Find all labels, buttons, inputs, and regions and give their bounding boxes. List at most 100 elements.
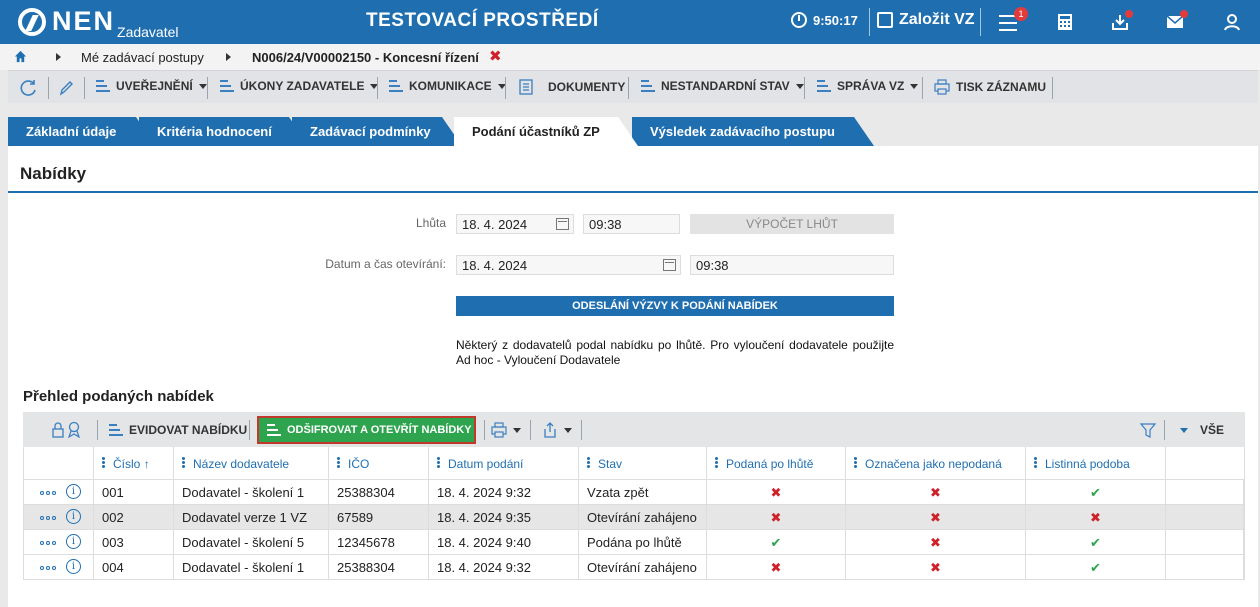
nen-logo[interactable]: NEN Zadavatel [18,6,179,40]
column-menu-icon[interactable] [715,457,718,469]
column-header-paper-form[interactable]: Listinná podoba [1026,447,1166,480]
column-menu-icon[interactable] [337,457,340,469]
cell-nazev: Dodavatel verze 1 VZ [174,505,329,530]
column-header-late-submitted[interactable]: Podaná po lhůtě [707,447,846,480]
column-menu-icon[interactable] [1034,457,1037,469]
row-actions-cell: i [24,530,94,555]
breadcrumb-my-procedures[interactable]: Mé zadávací postupy [81,50,204,65]
row-actions-cell: i [24,480,94,505]
deadline-time-field[interactable]: 09:38 [583,214,680,234]
menu-communication[interactable]: KOMUNIKACE [389,79,506,93]
export-menu[interactable] [542,422,572,438]
column-header-status[interactable]: Stav [579,447,707,480]
cell-cislo: 003 [94,530,174,555]
deadline-date-field[interactable]: 18. 4. 2024 [456,214,574,234]
cell-po_lhute: ✖ [707,480,846,505]
menu-documents[interactable]: DOKUMENTY [518,79,625,95]
menu-nonstandard-state-label: NESTANDARDNÍ STAV [661,79,790,93]
info-icon[interactable]: i [66,509,81,524]
column-menu-icon[interactable] [854,457,857,469]
user-icon[interactable] [1222,12,1242,32]
column-header-supplier-name[interactable]: Název dodavatele [174,447,329,480]
info-icon[interactable]: i [66,559,81,574]
home-icon[interactable] [14,50,27,63]
info-icon[interactable]: i [66,534,81,549]
tab-basic-info[interactable]: Základní údaje [8,117,156,146]
table-row[interactable]: i 004 Dodavatel - školení 1 25388304 18. 4. … [24,555,1244,580]
table-row[interactable]: i 002 Dodavatel verze 1 VZ 67589 18. 4. 2024… [24,505,1244,530]
menu-publication[interactable]: UVEŘEJNĚNÍ [96,79,207,93]
list-icon [817,80,831,92]
document-icon [519,79,533,95]
cell-po_lhute: ✖ [707,555,846,580]
list-icon [220,80,234,92]
column-header-submission-date[interactable]: Datum podání [429,447,579,480]
award-icon[interactable] [66,421,82,438]
divider [484,420,485,440]
menu-documents-label: DOKUMENTY [548,80,626,94]
table-row[interactable]: i 003 Dodavatel - školení 5 12345678 18. 4. … [24,530,1244,555]
menu-vz-management[interactable]: SPRÁVA VZ [817,79,919,93]
info-icon[interactable]: i [66,484,81,499]
column-menu-icon[interactable] [587,457,590,469]
decrypt-open-offers-button[interactable]: ODŠIFROVAT A OTEVŘÍT NABÍDKY [257,416,476,444]
column-header-number[interactable]: Číslo ↑ [94,447,174,480]
menu-nonstandard-state[interactable]: NESTANDARDNÍ STAV [641,79,804,93]
filter-icon[interactable] [1140,422,1156,438]
more-options-icon[interactable] [40,566,56,570]
refresh-icon[interactable] [20,79,38,97]
more-options-icon[interactable] [40,491,56,495]
column-menu-icon[interactable] [182,457,185,469]
cell-datum: 18. 4. 2024 9:32 [429,555,579,580]
column-menu-icon[interactable] [437,457,440,469]
print-grid-menu[interactable] [491,422,521,438]
divider [505,77,506,99]
menu-contracting-acts[interactable]: ÚKONY ZADAVATELE [220,79,379,93]
opening-date-field[interactable]: 18. 4. 2024 [456,255,681,275]
opening-time-field[interactable]: 09:38 [690,255,894,275]
deadline-label: Lhůta [415,216,446,230]
cell-listinna: ✔ [1026,530,1166,555]
cross-icon: ✖ [770,560,782,575]
calendar-icon[interactable] [556,218,569,230]
pencil-icon[interactable] [58,79,74,97]
divider [922,77,923,99]
cell-datum: 18. 4. 2024 9:40 [429,530,579,555]
column-menu-icon[interactable] [102,457,105,469]
close-icon[interactable]: ✖ [489,47,502,65]
main-toolbar: UVEŘEJNĚNÍ ÚKONY ZADAVATELE KOMUNIKACE D… [8,70,1258,103]
divider [1164,420,1165,440]
divider [530,420,531,440]
create-vz-button[interactable]: Založit VZ [877,11,975,29]
column-header-ico[interactable]: IČO [329,447,429,480]
tab-procedure-result[interactable]: Výsledek zadávacího postupu [632,117,874,146]
calendar-icon[interactable] [663,259,676,271]
filter-all-dropdown[interactable]: VŠE [1180,423,1224,437]
calculate-deadlines-button[interactable]: VÝPOČET LHŮT [690,214,894,234]
breadcrumb-arrow-icon [56,53,61,61]
table-row[interactable]: i 001 Dodavatel - školení 1 25388304 18. 4. … [24,480,1244,505]
cell-nepodana: ✖ [846,530,1026,555]
divider [48,77,49,99]
more-options-icon[interactable] [40,541,56,545]
menu-vz-management-label: SPRÁVA VZ [837,79,905,93]
send-invitation-button[interactable]: ODESLÁNÍ VÝZVY K PODÁNÍ NABÍDEK [456,296,894,316]
divider [804,77,805,99]
more-options-icon[interactable] [40,516,56,520]
column-header-marked-not-submitted[interactable]: Označena jako nepodaná [846,447,1026,480]
logo-subtitle: Zadavatel [117,24,179,40]
print-record-button[interactable]: TISK ZÁZNAMU [934,79,1046,95]
tab-participant-submissions[interactable]: Podání účastníků ZP [454,117,638,146]
clock-icon [791,12,807,28]
calculator-icon[interactable] [1055,12,1075,32]
register-offer-button[interactable]: EVIDOVAT NABÍDKU [109,423,247,437]
lock-icon[interactable] [50,422,66,438]
tab-tender-conditions[interactable]: Zadávací podmínky [292,117,462,146]
printer-icon [934,79,950,95]
menu-communication-label: KOMUNIKACE [409,79,492,93]
empty-cell [1166,505,1244,530]
cell-listinna: ✔ [1026,555,1166,580]
tab-evaluation-criteria[interactable]: Kritéria hodnocení [139,117,309,146]
chevron-down-icon [795,83,804,89]
cell-po_lhute: ✔ [707,530,846,555]
